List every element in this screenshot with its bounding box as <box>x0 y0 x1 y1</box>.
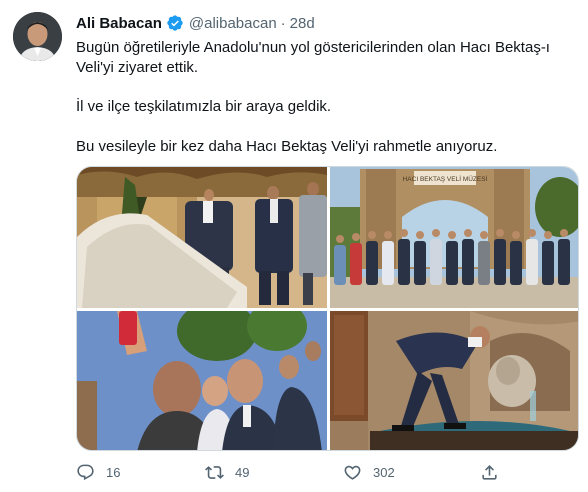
retweet-button[interactable]: 49 <box>205 458 249 486</box>
photo-fountain-image <box>330 311 578 450</box>
author-handle[interactable]: @alibabacan <box>189 15 277 32</box>
tweet[interactable]: Ali Babacan @alibabacan · 28d Bugün öğre… <box>0 0 588 492</box>
photo-shrine-interior[interactable] <box>77 167 327 308</box>
tweet-text-paragraph-3: Bu vesileyle bir kez daha Hacı Bektaş Ve… <box>76 137 498 155</box>
share-icon <box>482 464 497 480</box>
separator-dot: · <box>280 14 286 32</box>
share-button[interactable] <box>480 458 499 486</box>
tweet-header: Ali Babacan @alibabacan · 28d <box>76 13 315 33</box>
tweet-text-paragraph-2: İl ve ilçe teşkilatımızla bir araya geld… <box>76 98 332 115</box>
photo-museum-gate-image: HACI BEKTAŞ VELİ MÜZESİ <box>330 167 578 308</box>
reply-icon <box>77 464 94 480</box>
heart-icon <box>344 465 361 480</box>
tweet-text-paragraph-1: Bugün öğretileriyle Anadolu'nun yol göst… <box>76 39 550 76</box>
media-divider-horizontal <box>77 308 578 311</box>
tweet-actions: 16 49 302 <box>76 458 556 486</box>
avatar[interactable] <box>13 12 62 61</box>
photo-fountain[interactable] <box>330 311 578 450</box>
media-grid: HACI BEKTAŞ VELİ MÜZESİ <box>76 166 579 451</box>
tweet-text: Bugün öğretileriyle Anadolu'nun yol göst… <box>76 38 581 156</box>
retweet-count: 49 <box>235 464 250 480</box>
photo-selfie[interactable] <box>77 311 327 450</box>
retweet-icon <box>205 465 224 479</box>
photo-shrine-interior-image <box>77 167 327 308</box>
reply-count: 16 <box>106 464 121 480</box>
photo-museum-gate[interactable]: HACI BEKTAŞ VELİ MÜZESİ <box>330 167 578 308</box>
tweet-timestamp[interactable]: 28d <box>290 15 315 32</box>
like-button[interactable]: 302 <box>343 458 395 486</box>
museum-sign-text: HACI BEKTAŞ VELİ MÜZESİ <box>403 174 488 183</box>
like-count: 302 <box>373 464 395 480</box>
verified-badge-icon <box>167 15 183 31</box>
reply-button[interactable]: 16 <box>76 458 120 486</box>
author-name[interactable]: Ali Babacan <box>76 15 162 32</box>
photo-selfie-image <box>77 311 327 450</box>
